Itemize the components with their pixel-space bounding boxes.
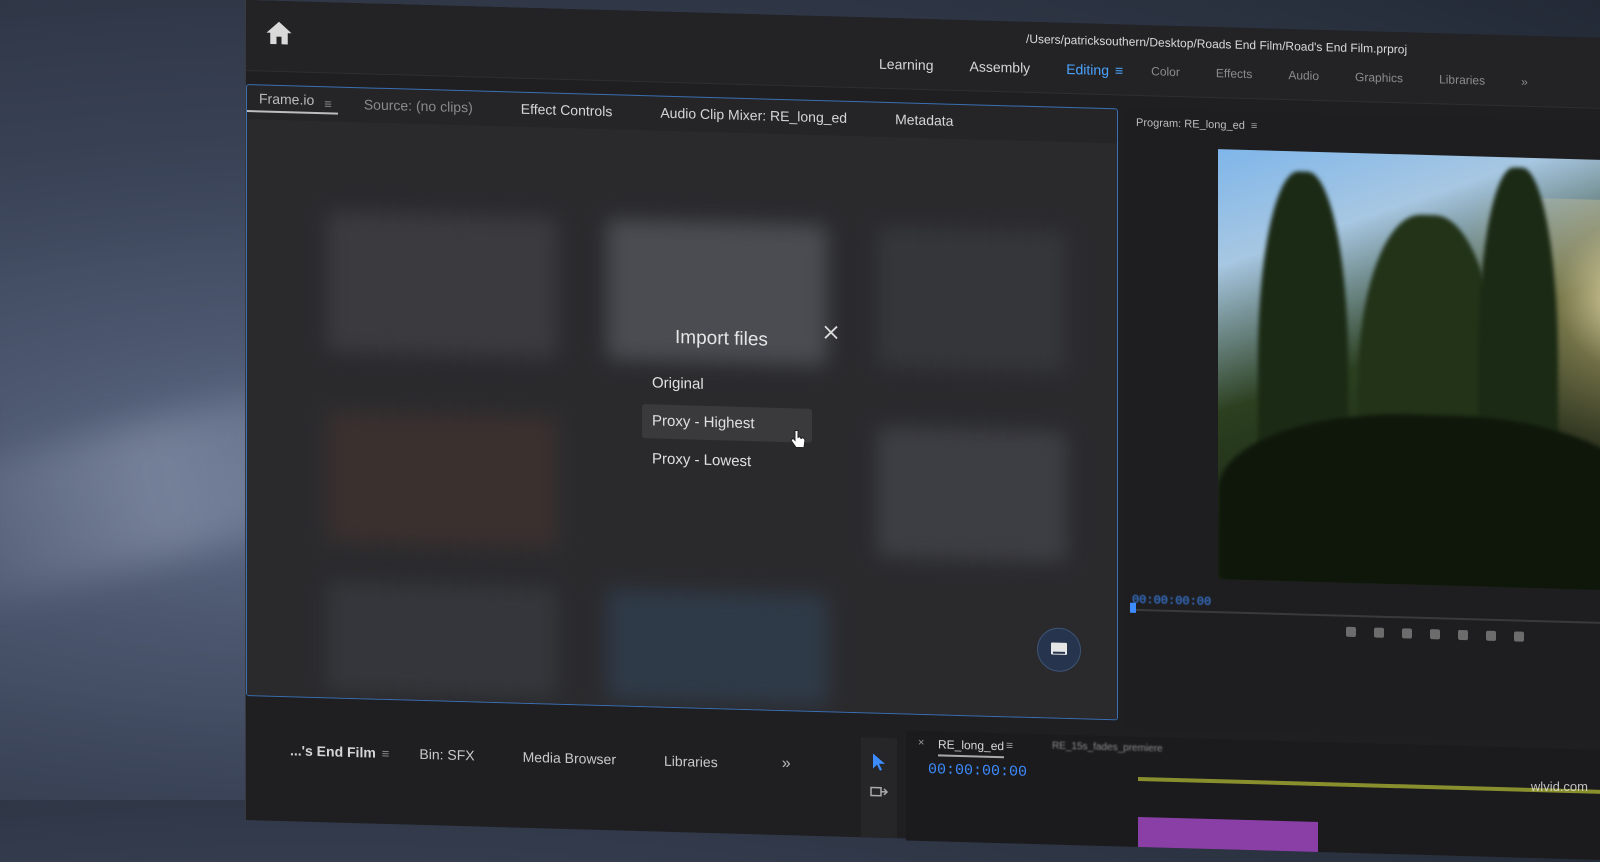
workspace-tabs: Learning Assembly Editing ≡ Color Effect… xyxy=(861,55,1546,90)
timeline-timecode[interactable]: 00:00:00:00 xyxy=(928,761,1027,781)
sequence-menu-icon[interactable]: ≡ xyxy=(1006,738,1013,752)
blurred-thumbnail xyxy=(877,426,1067,562)
option-proxy-lowest[interactable]: Proxy - Lowest xyxy=(642,442,812,481)
mark-out-icon[interactable] xyxy=(1402,628,1412,639)
tab-effect-controls[interactable]: Effect Controls xyxy=(497,100,637,120)
transport-controls xyxy=(1346,626,1524,642)
tab-project[interactable]: ...'s End Film xyxy=(266,742,400,762)
workspace-libraries[interactable]: Libraries xyxy=(1421,72,1503,88)
tab-media-browser[interactable]: Media Browser xyxy=(499,748,640,768)
program-monitor: Program: RE_long_ed ≡ 00:00:00:00 xyxy=(1126,108,1600,744)
timeline-clip[interactable] xyxy=(1138,816,1318,852)
step-forward-icon[interactable] xyxy=(1486,630,1496,641)
blurred-thumbnail xyxy=(327,211,557,358)
workspace-menu-icon[interactable]: ≡ xyxy=(1115,62,1123,78)
tab-source[interactable]: Source: (no clips) xyxy=(340,96,497,116)
program-title-text: Program: RE_long_ed xyxy=(1136,116,1245,132)
hand-cursor-icon xyxy=(790,429,806,449)
frameio-panel: Frame.io ≡ Source: (no clips) Effect Con… xyxy=(246,84,1118,721)
blurred-thumbnail xyxy=(607,589,827,706)
tab-libraries[interactable]: Libraries xyxy=(640,752,742,771)
selection-tool-icon[interactable] xyxy=(869,751,889,772)
sequence-tab[interactable]: RE_long_ed xyxy=(938,737,1005,759)
comment-icon xyxy=(1051,642,1067,655)
panel-menu-icon[interactable]: ≡ xyxy=(324,96,332,111)
program-timecode[interactable]: 00:00:00:00 xyxy=(1132,593,1211,609)
workspace-audio[interactable]: Audio xyxy=(1270,68,1337,84)
program-video-frame xyxy=(1218,149,1600,592)
watermark: wlvid.com xyxy=(1530,779,1588,794)
close-icon[interactable] xyxy=(822,323,840,342)
play-icon[interactable] xyxy=(1458,629,1468,641)
timeline-panel: × RE_long_ed ≡ 00:00:00:00 RE_15s_fades_… xyxy=(906,730,1600,862)
timeline-label: RE_15s_fades_premiere xyxy=(1052,740,1163,755)
program-monitor-title: Program: RE_long_ed ≡ xyxy=(1136,117,1257,132)
workspace-graphics[interactable]: Graphics xyxy=(1337,70,1421,86)
add-marker-icon[interactable] xyxy=(1346,626,1356,638)
program-playhead[interactable] xyxy=(1130,602,1136,613)
option-original[interactable]: Original xyxy=(642,366,812,405)
step-back-icon[interactable] xyxy=(1430,629,1440,640)
lift-icon[interactable] xyxy=(1514,631,1524,642)
home-icon[interactable] xyxy=(264,19,294,48)
program-scrubber[interactable] xyxy=(1130,608,1600,625)
premiere-window: /Users/patricksouthern/Desktop/Roads End… xyxy=(245,0,1600,862)
program-menu-icon[interactable]: ≡ xyxy=(1251,120,1257,132)
track-select-tool-icon[interactable] xyxy=(869,783,889,800)
more-workspaces-icon[interactable]: » xyxy=(1503,74,1546,89)
blurred-thumbnail xyxy=(327,581,557,698)
tools-panel xyxy=(861,737,897,839)
foliage-shape xyxy=(1218,409,1600,592)
more-panels-icon[interactable]: » xyxy=(782,755,791,773)
tab-bin-sfx[interactable]: Bin: SFX xyxy=(395,745,498,764)
comment-button[interactable] xyxy=(1037,627,1081,673)
tab-metadata[interactable]: Metadata xyxy=(871,110,977,129)
project-menu-icon[interactable]: ≡ xyxy=(382,745,390,760)
workspace-assembly[interactable]: Assembly xyxy=(952,58,1049,77)
project-panel-tabs: ...'s End Film ≡ Bin: SFX Media Browser … xyxy=(266,741,791,774)
project-path-title: /Users/patricksouthern/Desktop/Roads End… xyxy=(1026,31,1408,57)
mark-in-icon[interactable] xyxy=(1374,627,1384,638)
sequence-close-icon[interactable]: × xyxy=(918,737,924,749)
blurred-thumbnail xyxy=(877,226,1067,372)
blurred-thumbnail xyxy=(327,411,557,548)
workspace-effects[interactable]: Effects xyxy=(1198,66,1270,82)
workspace-learning[interactable]: Learning xyxy=(861,55,952,74)
option-proxy-highest[interactable]: Proxy - Highest xyxy=(642,404,812,443)
workspace-color[interactable]: Color xyxy=(1133,64,1198,80)
dialog-title: Import files xyxy=(675,327,768,351)
tab-audio-clip-mixer[interactable]: Audio Clip Mixer: RE_long_ed xyxy=(636,104,871,127)
